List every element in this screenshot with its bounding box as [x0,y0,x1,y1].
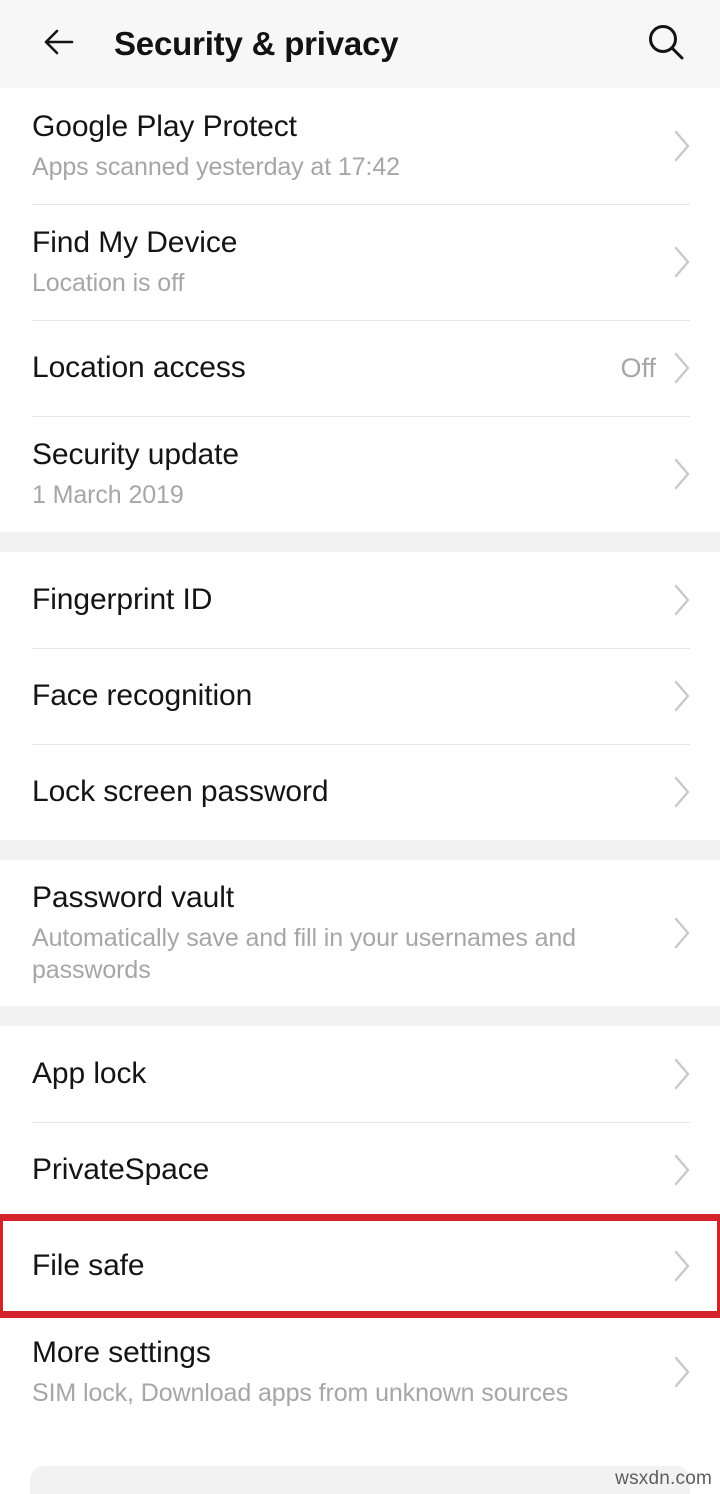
list-item-location-access[interactable]: Location access Off [0,320,720,416]
row-text: Security update 1 March 2019 [32,437,670,512]
list-item-title: Face recognition [32,679,253,712]
chevron-right-icon [670,1354,694,1390]
list-item-security-update[interactable]: Security update 1 March 2019 [0,416,720,532]
list-item-subtitle: SIM lock, Download apps from unknown sou… [32,1378,569,1407]
chevron-right-icon [670,915,694,951]
list-item-title: App lock [32,1057,147,1090]
list-item-value: Off [620,352,656,383]
list-item-subtitle: Automatically save and fill in your user… [32,924,576,984]
page-title: Security & privacy [114,25,399,62]
list-item-subtitle: 1 March 2019 [32,480,184,509]
search-icon [645,21,687,68]
list-item-title: Lock screen password [32,775,329,808]
row-text: Password vault Automatically save and fi… [32,880,670,986]
row-text: Fingerprint ID [32,582,670,618]
list-item-face-recognition[interactable]: Face recognition [0,648,720,744]
section-divider [0,840,720,860]
app-bar: Security & privacy [0,0,720,88]
list-item-title: File safe [32,1249,145,1282]
chevron-right-icon [670,1056,694,1092]
list-item-title: More settings [32,1335,211,1369]
list-item-title: Location access [32,351,246,384]
chevron-right-icon [670,128,694,164]
list-item-fingerprint-id[interactable]: Fingerprint ID [0,552,720,648]
list-item-title: Find My Device [32,225,238,259]
section-biometrics: Fingerprint ID Face recognition Lock scr… [0,552,720,840]
back-button[interactable] [30,16,86,72]
section-password-vault: Password vault Automatically save and fi… [0,860,720,1006]
chevron-right-icon [670,244,694,280]
list-item-lock-screen-password[interactable]: Lock screen password [0,744,720,840]
row-text: Find My Device Location is off [32,225,670,300]
watermark: wsxdn.com [615,1468,712,1489]
advanced-settings-card[interactable]: Looking for advanced settings? [30,1466,690,1494]
list-item-privatespace[interactable]: PrivateSpace [0,1122,720,1218]
row-text: File safe [32,1248,670,1284]
section-divider [0,1006,720,1026]
list-item-subtitle: Location is off [32,268,185,297]
chevron-right-icon [670,774,694,810]
chevron-right-icon [670,350,694,386]
row-text: Google Play Protect Apps scanned yesterd… [32,109,670,184]
row-text: More settings SIM lock, Download apps fr… [32,1335,670,1410]
chevron-right-icon [670,1152,694,1188]
list-item-title: Fingerprint ID [32,583,213,616]
row-text: App lock [32,1056,670,1092]
security-privacy-screen: Security & privacy Google Play Protect A… [0,0,720,1494]
chevron-right-icon [670,678,694,714]
list-item-find-my-device[interactable]: Find My Device Location is off [0,204,720,320]
chevron-right-icon [670,456,694,492]
row-text: Location access [32,350,620,386]
row-text: PrivateSpace [32,1152,670,1188]
search-button[interactable] [638,16,694,72]
section-divider [0,532,720,552]
list-item-google-play-protect[interactable]: Google Play Protect Apps scanned yesterd… [0,88,720,204]
arrow-left-icon [38,22,78,67]
list-item-app-lock[interactable]: App lock [0,1026,720,1122]
row-text: Face recognition [32,678,670,714]
list-item-title: PrivateSpace [32,1153,210,1186]
chevron-right-icon [670,1248,694,1284]
chevron-right-icon [670,582,694,618]
row-text: Lock screen password [32,774,670,810]
list-item-title: Password vault [32,881,235,914]
list-item-more-settings[interactable]: More settings SIM lock, Download apps fr… [0,1314,720,1430]
list-item-password-vault[interactable]: Password vault Automatically save and fi… [0,860,720,1006]
list-item-subtitle: Apps scanned yesterday at 17:42 [32,152,400,181]
list-item-title: Google Play Protect [32,109,297,143]
list-item-file-safe[interactable]: File safe [0,1214,720,1318]
list-item-title: Security update [32,437,239,471]
section-protection: Google Play Protect Apps scanned yesterd… [0,88,720,532]
section-privacy: App lock PrivateSpace File safe More set… [0,1026,720,1430]
